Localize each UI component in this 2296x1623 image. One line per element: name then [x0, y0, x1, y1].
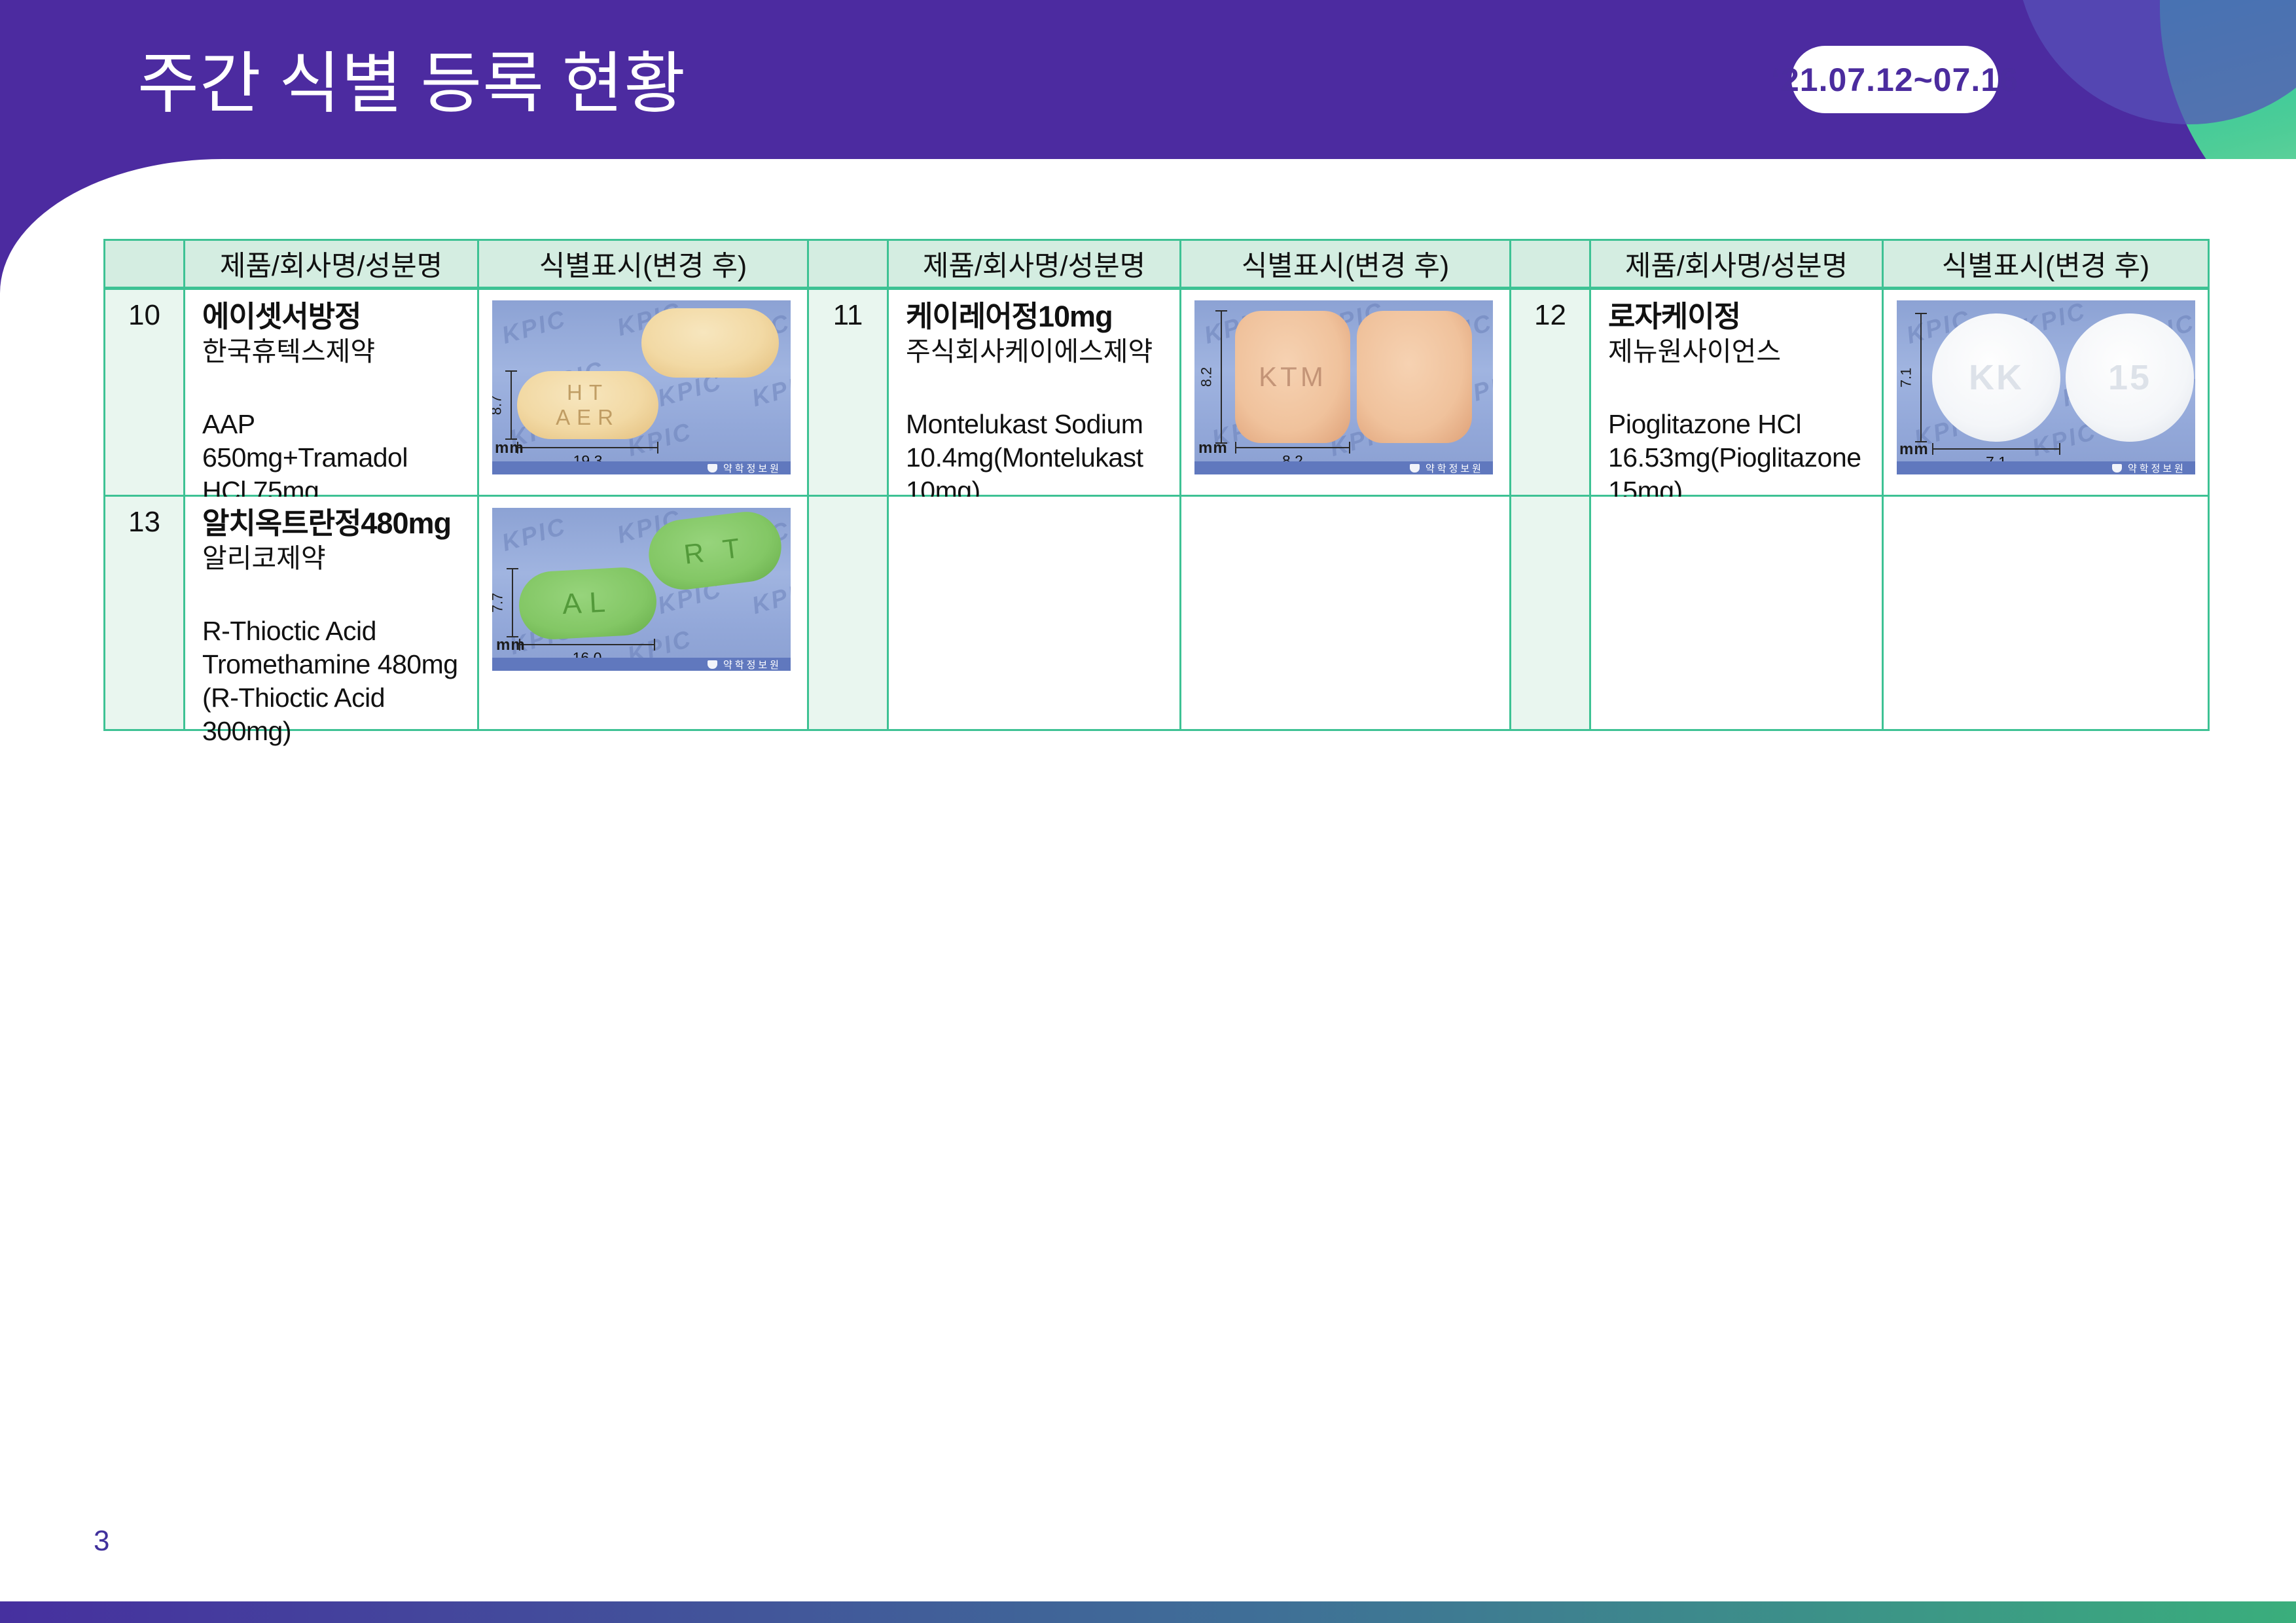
drug-name: 로자케이정 — [1608, 300, 1741, 333]
vertical-dimension-ruler: 7.1 — [1897, 313, 1927, 442]
page-number: 3 — [94, 1525, 110, 1557]
horizontal-dimension-ruler: 16.0 — [519, 639, 655, 666]
vertical-dimension-ruler: 8.2 — [1198, 310, 1227, 444]
header-identification-cell: 식별표시(변경 후) — [1181, 241, 1509, 287]
page-title: 주간 식별 등록 현황 — [137, 48, 687, 122]
vertical-dimension-ruler: 8.7 — [492, 370, 517, 440]
drug-name: 케이레어정10mg — [906, 300, 1113, 333]
tablet-shape: HT AER — [517, 371, 658, 439]
pill-photo: KPIC KPIC KPIC KPIC KPIC KPIC KPIC KPIC … — [1194, 300, 1493, 474]
horizontal-dimension-ruler: 19.3 — [517, 442, 658, 469]
vertical-dimension-value: 7.7 — [492, 592, 506, 613]
empty-cell — [1181, 497, 1509, 729]
slide-page: 주간 식별 등록 현황 ‘21.07.12~07.16 제품/회사명/성분명 식… — [0, 0, 2296, 1623]
drug-ingredient: R-Thioctic Acid Tromethamine 480mg (R-Th… — [202, 616, 458, 746]
tablet-shape — [1357, 311, 1472, 443]
entry-identification-cell: KPIC KPIC KPIC KPIC KPIC KPIC KPIC KPIC … — [1884, 290, 2208, 495]
empty-cell — [1591, 497, 1882, 729]
entry-product-cell: 알치옥트란정480mg 알리코제약 R-Thioctic Acid Tromet… — [185, 497, 477, 746]
kpic-logo-icon — [2111, 463, 2122, 473]
bottom-gradient-bar — [0, 1601, 2296, 1623]
tablet-imprint: HT — [567, 380, 609, 404]
tablet-shape: KK — [1932, 313, 2060, 442]
tablet-imprint: RT — [682, 529, 761, 570]
entry-product-cell: 로자케이정 제뉴원사이언스 Pioglitazone HCl 16.53mg(P… — [1591, 290, 1882, 506]
photo-source-bar: 약학정보원 — [1897, 461, 2195, 474]
empty-cell — [889, 497, 1179, 729]
photo-source-label: 약학정보원 — [1425, 463, 1484, 474]
kpic-watermark: KPIC — [499, 512, 569, 557]
photo-source-label: 약학정보원 — [723, 463, 781, 474]
kpic-watermark: KPIC — [749, 575, 791, 620]
horizontal-dimension-ruler: 8.2 — [1235, 442, 1350, 469]
entry-product-cell: 에이셋서방정 한국휴텍스제약 AAP 650mg+Tramadol HCl 75… — [185, 290, 477, 506]
empty-cell — [1884, 497, 2208, 729]
drug-company: 한국휴텍스제약 — [202, 336, 376, 366]
drug-ingredient: AAP 650mg+Tramadol HCl 75mg — [202, 409, 408, 506]
drug-name: 알치옥트란정480mg — [202, 507, 452, 540]
pill-photo: KPIC KPIC KPIC KPIC KPIC KPIC KPIC KPIC … — [1897, 300, 2195, 474]
kpic-logo-icon — [707, 660, 717, 669]
empty-number-cell — [1511, 497, 1589, 729]
kpic-watermark: KPIC — [499, 304, 569, 349]
drug-ingredient: Montelukast Sodium 10.4mg(Montelukast 10… — [906, 409, 1143, 506]
tablet-shape: 15 — [2066, 313, 2194, 442]
horizontal-dimension-ruler: 7.1 — [1932, 443, 2060, 471]
empty-number-cell — [809, 497, 887, 729]
vertical-dimension-value: 8.7 — [492, 395, 505, 416]
vertical-dimension-value: 8.2 — [1198, 366, 1215, 387]
pill-photo: KPIC KPIC KPIC KPIC KPIC KPIC KPIC KPIC … — [492, 508, 791, 671]
header-product-cell: 제품/회사명/성분명 — [185, 241, 477, 287]
entry-identification-cell: KPIC KPIC KPIC KPIC KPIC KPIC KPIC KPIC … — [479, 497, 807, 729]
entry-number: 13 — [105, 497, 183, 729]
entry-identification-cell: KPIC KPIC KPIC KPIC KPIC KPIC KPIC KPIC … — [479, 290, 807, 495]
photo-source-label: 약학정보원 — [723, 659, 781, 671]
drug-company: 제뉴원사이언스 — [1608, 336, 1782, 366]
vertical-dimension-value: 7.1 — [1897, 367, 1914, 388]
date-range-badge: ‘21.07.12~07.16 — [1771, 46, 2018, 113]
tablet-imprint: AER — [556, 405, 620, 429]
header-identification-cell: 식별표시(변경 후) — [479, 241, 807, 287]
unit-label: mm — [496, 636, 526, 654]
entry-identification-cell: KPIC KPIC KPIC KPIC KPIC KPIC KPIC KPIC … — [1181, 290, 1509, 495]
entry-number: 10 — [105, 290, 183, 495]
slate-circle-decoration — [2016, 0, 2296, 124]
kpic-logo-icon — [1409, 463, 1420, 473]
header-band: 주간 식별 등록 현황 ‘21.07.12~07.16 — [0, 0, 2296, 159]
tablet-imprint: 15 — [2108, 358, 2152, 397]
entry-product-cell: 케이레어정10mg 주식회사케이에스제약 Montelukast Sodium … — [889, 290, 1179, 506]
weekly-identification-table: 제품/회사명/성분명 식별표시(변경 후) 제품/회사명/성분명 식별표시(변경… — [103, 239, 2210, 746]
tablet-shape — [641, 308, 779, 378]
photo-source-bar: 약학정보원 — [492, 658, 791, 671]
photo-source-bar: 약학정보원 — [492, 461, 791, 474]
kpic-logo-icon — [707, 463, 717, 473]
vertical-dimension-ruler: 7.7 — [492, 568, 518, 637]
header-product-cell: 제품/회사명/성분명 — [1591, 241, 1882, 287]
unit-label: mm — [1899, 440, 1929, 458]
photo-source-bar: 약학정보원 — [1194, 461, 1493, 474]
photo-source-label: 약학정보원 — [2127, 463, 2186, 474]
pill-photo: KPIC KPIC KPIC KPIC KPIC KPIC KPIC KPIC … — [492, 300, 791, 474]
tablet-imprint: AL — [561, 585, 615, 621]
drug-company: 주식회사케이에스제약 — [906, 336, 1153, 366]
header-number-cell — [809, 241, 887, 287]
unit-label: mm — [495, 439, 524, 457]
drug-name: 에이셋서방정 — [202, 300, 361, 333]
header-number-cell — [105, 241, 183, 287]
header-number-cell — [1511, 241, 1589, 287]
header-identification-cell: 식별표시(변경 후) — [1884, 241, 2208, 287]
drug-company: 알리코제약 — [202, 543, 326, 573]
drug-ingredient: Pioglitazone HCl 16.53mg(Pioglitazone 15… — [1608, 409, 1861, 506]
entry-number: 11 — [809, 290, 887, 495]
tablet-imprint: KK — [1969, 358, 2024, 397]
entry-number: 12 — [1511, 290, 1589, 495]
header-product-cell: 제품/회사명/성분명 — [889, 241, 1179, 287]
tablet-imprint: KTM — [1259, 361, 1327, 392]
tablet-shape: KTM — [1235, 311, 1350, 443]
tablet-shape: AL — [517, 565, 658, 641]
unit-label: mm — [1198, 439, 1228, 457]
